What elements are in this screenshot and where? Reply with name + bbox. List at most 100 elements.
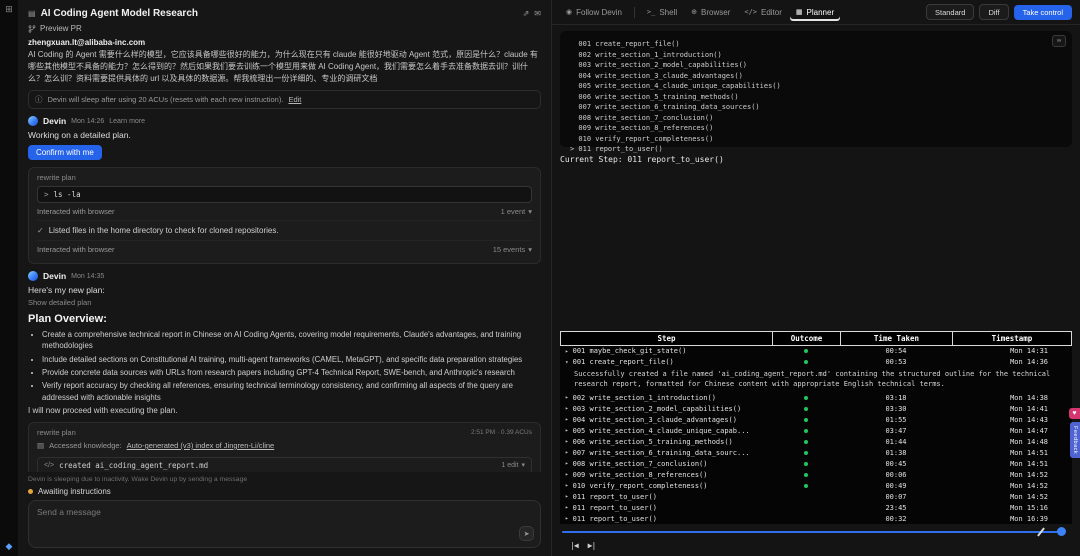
timestamp: Mon 14:52 [1010,470,1048,479]
follow-devin-toggle[interactable]: ◉ Follow Devin [560,4,628,21]
time-taken: 01:44 [885,437,907,446]
plan-step-line: 010 verify_report_completeness() [570,134,714,143]
preview-pr-link[interactable]: Preview PR [28,22,541,35]
step-result-row: ✓ Listed files in the home directory to … [37,221,532,242]
tab-editor[interactable]: </> Editor [738,4,788,21]
timeline-handle[interactable] [1057,527,1066,536]
message-composer[interactable]: ➤ [28,500,541,548]
table-row[interactable]: ▸ 011 report_to_user() 00:07 Mon 14:52 [560,491,1072,502]
agent-status-row: Awaiting instructions [28,487,541,496]
tab-browser[interactable]: ⊕ Browser [685,4,736,21]
shell-command-input[interactable]: > ls -la [37,186,532,203]
table-row[interactable]: ▸ 006 write_section_5_training_methods()… [560,436,1072,447]
chevron-down-icon: ▾ [521,462,525,470]
tab-shell[interactable]: >_ Shell [641,4,683,21]
git-branch-icon [28,24,36,33]
time-taken: 03:18 [885,393,907,402]
plan-bullet: Include detailed sections on Constitutio… [42,354,541,365]
accessed-knowledge-row: ▤ Accessed knowledge: Auto-generated (v3… [37,437,532,454]
table-row[interactable]: ▸ 004 write_section_3_claude_advantages(… [560,414,1072,425]
step-name: 008 write_section_7_conclusion() [572,459,708,468]
table-row[interactable]: ▸ 001 maybe_check_git_state() 00:54 Mon … [560,346,1072,357]
outcome-success-dot [804,439,808,444]
step-name: 003 write_section_2_model_capabilities() [572,404,742,413]
step-history-table: Step Outcome Time Taken Timestamp ▸ 001 … [560,330,1072,524]
row-chevron-icon: ▸ [565,493,569,500]
message-icon[interactable]: ✉ [534,9,541,18]
time-taken: 23:45 [885,503,907,512]
diff-button[interactable]: Diff [979,4,1009,20]
timestamp: Mon 14:38 [1010,393,1048,402]
book-icon: ▤ [37,440,45,450]
step-name: 005 write_section_4_claude_unique_capab.… [572,426,750,435]
confirm-with-me-button[interactable]: Confirm with me [28,145,102,160]
take-control-button[interactable]: Take control [1013,4,1072,20]
table-row[interactable]: ▸ 011 report_to_user() 00:32 Mon 16:39 [560,513,1072,524]
send-icon: ➤ [523,530,530,538]
row-chevron-icon: ▸ [565,449,569,456]
workspace-tabbar: ◉ Follow Devin >_ Shell ⊕ Browser </> Ed… [552,0,1080,25]
message-input[interactable] [37,507,532,541]
standard-button[interactable]: Standard [925,4,975,20]
card-time-acus: 2:51 PM · 0.39 ACUs [470,428,532,436]
devin-name: Devin [43,116,67,126]
step-name: 006 write_section_5_training_methods() [572,437,733,446]
tab-planner[interactable]: ▦ Planner [790,4,840,21]
outcome-success-dot [804,483,808,488]
step-name: 011 report_to_user() [572,492,657,501]
table-row[interactable]: ▸ 009 write_section_8_references() 00:06… [560,469,1072,480]
send-button[interactable]: ➤ [519,526,534,541]
table-row[interactable]: ▸ 008 write_section_7_conclusion() 00:45… [560,458,1072,469]
browser-interaction-row[interactable]: Interacted with browser 1 event ▾ [37,203,532,221]
keyboard-icon[interactable]: ⌨ [1052,35,1066,47]
shell-icon: >_ [646,8,656,16]
timestamp: Mon 14:41 [1010,404,1048,413]
table-row[interactable]: ▸ 007 write_section_6_training_data_sour… [560,447,1072,458]
devin-app-window: ⊞ ◆ ▤ AI Coding Agent Model Research ⇗ ✉… [0,0,1080,556]
planner-icon: ▦ [795,9,803,16]
time-taken: 00:54 [885,347,907,356]
outcome-success-dot [804,395,808,400]
plan-step-line: 004 write_section_3_claude_advantages() [570,71,743,80]
rail-bottom-icon[interactable]: ◆ [6,541,13,552]
chevron-down-icon: ▾ [528,207,532,216]
code-icon: </> [744,8,758,16]
conversation-footer: Devin is sleeping due to inactivity. Wak… [28,472,541,548]
step-name: 009 write_section_8_references() [572,470,708,479]
step-forward-button[interactable]: ▶| [588,541,597,550]
workspace-panel: ◉ Follow Devin >_ Shell ⊕ Browser </> Ed… [552,0,1080,556]
row-chevron-icon: ▸ [565,438,569,445]
outcome-success-dot [804,450,808,455]
table-row[interactable]: ▾ 001 create_report_file() 00:53 Mon 14:… [560,357,1072,368]
awaiting-status-dot [28,489,33,494]
timeline-track[interactable] [562,531,1058,533]
browser-interaction-label: Interacted with browser [37,245,115,255]
tab-planner-label: Planner [806,7,835,17]
table-row[interactable]: ▸ 005 write_section_4_claude_unique_capa… [560,425,1072,436]
browser-interaction-label: Interacted with browser [37,207,115,216]
step-back-button[interactable]: |◀ [570,541,579,550]
prompt-icon: > [44,190,49,199]
show-detailed-plan-link[interactable]: Show detailed plan [28,298,541,307]
row-chevron-icon: ▸ [565,394,569,401]
file-change-row[interactable]: </> created ai_coding_agent_report.md 1 … [37,456,532,472]
timestamp: Mon 14:52 [1010,481,1048,490]
table-row[interactable]: ▸ 011 report_to_user() 23:45 Mon 15:16 [560,502,1072,513]
check-icon: ✓ [37,226,44,235]
browser-interaction-row[interactable]: Interacted with browser 15 events ▾ [37,241,532,258]
conversation-scroll-area[interactable]: ▤ AI Coding Agent Model Research ⇗ ✉ Pre… [28,4,541,472]
chevron-down-icon: ▾ [528,245,532,255]
app-grid-icon[interactable]: ⊞ [5,4,13,15]
timestamp: Mon 14:47 [1010,426,1048,435]
edit-link[interactable]: Edit [288,95,301,104]
devin-logo-icon [28,116,38,126]
feedback-tab[interactable]: Feedback [1070,422,1080,459]
plan-step-line: 007 write_section_6_training_data_source… [570,103,760,111]
learn-more-link[interactable]: Learn more [109,118,145,125]
share-icon[interactable]: ⇗ [523,9,530,18]
table-row[interactable]: ▸ 003 write_section_2_model_capabilities… [560,403,1072,414]
knowledge-link[interactable]: Auto-generated (v3) index of Jingren-Li/… [127,441,275,450]
heart-badge-icon[interactable]: ♥ [1069,408,1080,419]
table-row[interactable]: ▸ 010 verify_report_completeness() 00:49… [560,480,1072,491]
table-row[interactable]: ▸ 002 write_section_1_introduction() 03:… [560,392,1072,403]
